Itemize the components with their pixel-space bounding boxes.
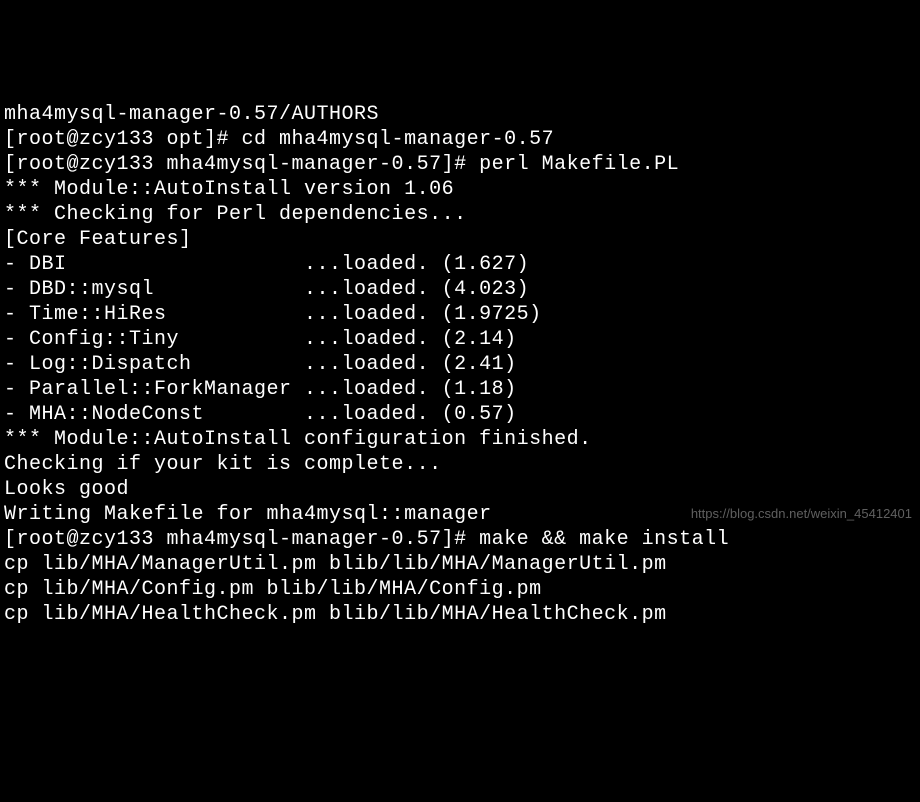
terminal-line: Looks good bbox=[4, 477, 916, 502]
terminal-line: *** Module::AutoInstall configuration fi… bbox=[4, 427, 916, 452]
terminal-line: *** Module::AutoInstall version 1.06 bbox=[4, 177, 916, 202]
terminal-line: - DBD::mysql ...loaded. (4.023) bbox=[4, 277, 916, 302]
terminal-line: - MHA::NodeConst ...loaded. (0.57) bbox=[4, 402, 916, 427]
terminal-line: - DBI ...loaded. (1.627) bbox=[4, 252, 916, 277]
terminal-line: [root@zcy133 mha4mysql-manager-0.57]# ma… bbox=[4, 527, 916, 552]
terminal-line: *** Checking for Perl dependencies... bbox=[4, 202, 916, 227]
terminal-line: Checking if your kit is complete... bbox=[4, 452, 916, 477]
terminal-line: cp lib/MHA/Config.pm blib/lib/MHA/Config… bbox=[4, 577, 916, 602]
terminal-line: - Parallel::ForkManager ...loaded. (1.18… bbox=[4, 377, 916, 402]
terminal-line: cp lib/MHA/HealthCheck.pm blib/lib/MHA/H… bbox=[4, 602, 916, 627]
terminal-line: cp lib/MHA/ManagerUtil.pm blib/lib/MHA/M… bbox=[4, 552, 916, 577]
terminal-line: - Time::HiRes ...loaded. (1.9725) bbox=[4, 302, 916, 327]
terminal-line: [root@zcy133 mha4mysql-manager-0.57]# pe… bbox=[4, 152, 916, 177]
terminal-line: - Log::Dispatch ...loaded. (2.41) bbox=[4, 352, 916, 377]
terminal-line: [root@zcy133 opt]# cd mha4mysql-manager-… bbox=[4, 127, 916, 152]
terminal-line: mha4mysql-manager-0.57/AUTHORS bbox=[4, 102, 916, 127]
watermark-text: https://blog.csdn.net/weixin_45412401 bbox=[691, 501, 912, 526]
terminal-line: - Config::Tiny ...loaded. (2.14) bbox=[4, 327, 916, 352]
terminal-output[interactable]: mha4mysql-manager-0.57/AUTHORS[root@zcy1… bbox=[4, 102, 916, 627]
terminal-line: [Core Features] bbox=[4, 227, 916, 252]
